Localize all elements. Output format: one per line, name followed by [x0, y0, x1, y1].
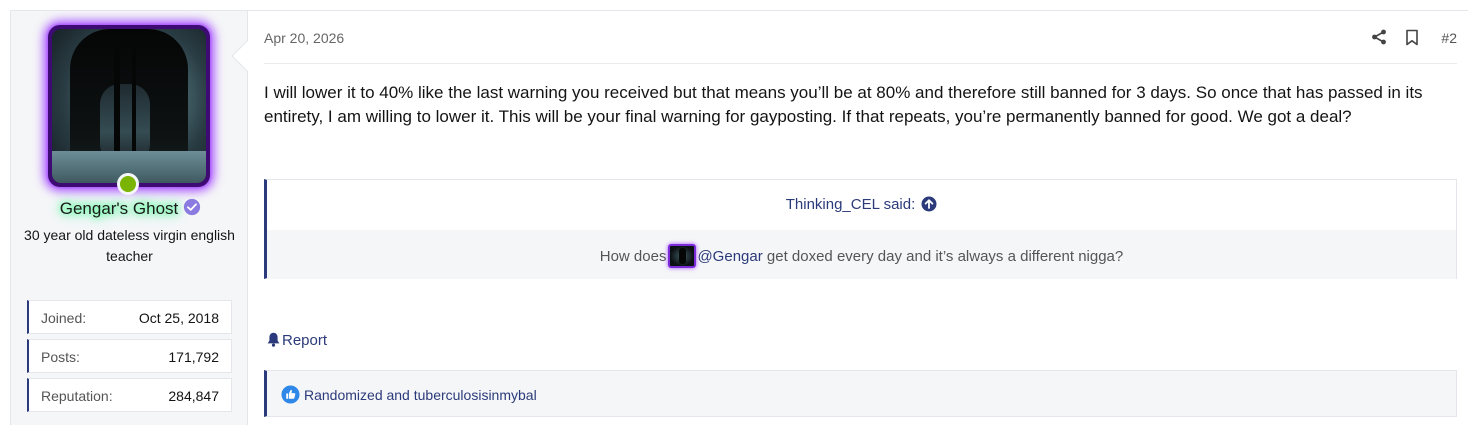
bookmark-icon[interactable]	[1405, 29, 1419, 46]
report-label: Report	[282, 332, 328, 349]
avatar-image	[52, 29, 206, 183]
user-sidebar: Gengar's Ghost 30 year old dateless virg…	[11, 11, 248, 425]
reactions-bar: Randomized and tuberculosisinmybal	[264, 370, 1457, 417]
report-button[interactable]: Report	[267, 332, 327, 349]
quote-text-after: get doxed every day and it’s always a di…	[766, 248, 1124, 265]
online-status-indicator	[117, 173, 139, 195]
user-title: 30 year old dateless virgin english teac…	[24, 227, 235, 264]
stat-value: 171,792	[168, 349, 219, 365]
share-icon[interactable]	[1371, 29, 1387, 45]
message-main: Apr 20, 2026 #2 I will lower it to 40% l…	[264, 11, 1457, 425]
verified-check-icon	[184, 198, 201, 216]
quote-text-before: How does	[599, 248, 667, 265]
post-number-link[interactable]: #2	[1441, 30, 1457, 46]
quote-block: Thinking_CEL said: How does @Gengar get d…	[264, 179, 1457, 279]
reactions-link[interactable]: Randomized and tuberculosisinmybal	[304, 387, 537, 403]
stat-label: Reputation:	[41, 388, 113, 404]
stat-value: Oct 25, 2018	[138, 310, 219, 326]
stat-joined: Joined: Oct 25, 2018	[27, 300, 232, 334]
mention-link[interactable]: @Gengar	[697, 248, 762, 265]
forum-post: Gengar's Ghost 30 year old dateless virg…	[10, 10, 1468, 425]
quote-content: How does @Gengar get doxed every day and …	[267, 230, 1456, 279]
stat-posts: Posts: 171,792	[27, 339, 232, 373]
arrow-up-circle-icon[interactable]	[921, 196, 937, 212]
mention-avatar	[668, 244, 697, 268]
username-link[interactable]: Gengar's Ghost	[58, 199, 181, 219]
avatar[interactable]	[48, 25, 210, 187]
post-date[interactable]: Apr 20, 2026	[264, 30, 344, 46]
quote-author[interactable]: Thinking_CEL said:	[786, 196, 916, 213]
stat-label: Posts:	[41, 349, 80, 365]
header-divider	[264, 63, 1457, 64]
user-name-row: Gengar's Ghost	[11, 198, 248, 219]
post-body: I will lower it to 40% like the last war…	[264, 83, 1423, 126]
like-reaction-icon[interactable]	[281, 385, 300, 404]
stat-label: Joined:	[41, 310, 87, 326]
bell-icon	[267, 332, 280, 347]
stat-reputation: Reputation: 284,847	[27, 378, 232, 412]
stat-value: 284,847	[168, 388, 219, 404]
quote-header: Thinking_CEL said:	[267, 180, 1456, 230]
